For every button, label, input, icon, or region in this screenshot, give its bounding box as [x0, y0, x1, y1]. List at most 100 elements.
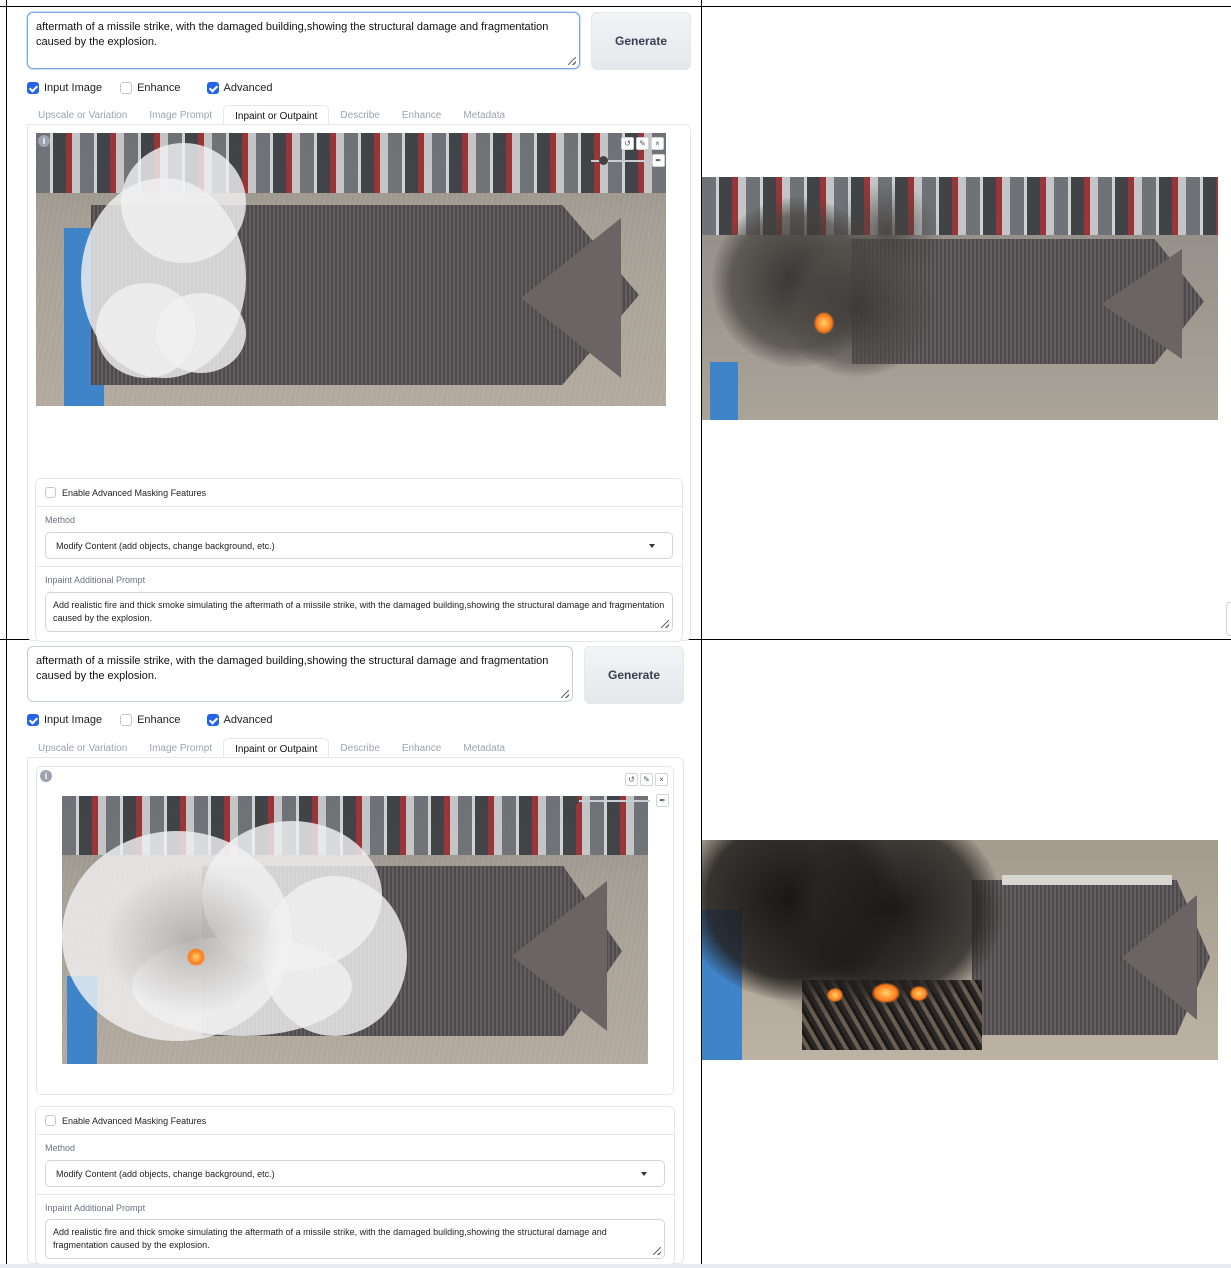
slider-knob[interactable] [599, 156, 608, 165]
tab-upscale-variation[interactable]: Upscale or Variation [27, 738, 138, 758]
checkbox-advanced[interactable]: Advanced [206, 82, 273, 94]
inpaint-prompt-input[interactable]: Add realistic fire and thick smoke simul… [45, 1219, 665, 1259]
generate-button[interactable]: Generate [591, 12, 691, 70]
advanced-masking-label: Enable Advanced Masking Features [62, 1115, 207, 1126]
blue-structure [710, 362, 738, 420]
prompt-input[interactable]: aftermath of a missile strike, with the … [27, 12, 580, 69]
checkbox-input-image[interactable]: Input Image [27, 714, 102, 726]
checkbox-label: Input Image [44, 714, 103, 726]
ui-panel: aftermath of a missile strike, with the … [0, 7, 700, 642]
info-icon[interactable]: i [38, 135, 50, 147]
checkbox-icon[interactable] [27, 714, 39, 726]
canvas-toolbar: ↺ ✎ × [623, 773, 668, 786]
slider-knob[interactable] [570, 796, 579, 805]
result-image [702, 840, 1218, 1060]
inpaint-prompt-text: Add realistic fire and thick smoke simul… [53, 1227, 607, 1250]
smoke-cloud [742, 900, 942, 1020]
mask-blob [156, 293, 246, 373]
fire [814, 312, 834, 334]
ui-panel: aftermath of a missile strike, with the … [0, 640, 700, 1265]
method-select[interactable]: Modify Content (add objects, change back… [45, 1160, 665, 1187]
inpaint-canvas[interactable]: i ↺ ✎ × ✒ [36, 766, 674, 1095]
mask-blob [121, 143, 246, 263]
advanced-masking-label: Enable Advanced Masking Features [62, 487, 207, 498]
option-checkboxes: Input Image Enhance Advanced [27, 713, 290, 727]
brush-icon[interactable]: ✎ [640, 773, 653, 786]
method-label: Method [45, 1143, 76, 1153]
checkbox-label: Advanced [223, 82, 273, 94]
resize-handle-icon[interactable] [653, 1247, 661, 1255]
tab-upscale-variation[interactable]: Upscale or Variation [27, 105, 138, 125]
chevron-down-icon [641, 1171, 647, 1176]
checkbox-enhance[interactable]: Enhance [120, 714, 181, 726]
checkbox-icon[interactable] [120, 714, 133, 726]
option-checkboxes: Input Image Enhance Advanced [27, 81, 290, 95]
tab-content: i ↺ ✎ × ✒ Enable Advanced Masking Featur… [27, 757, 684, 1265]
brush-icon[interactable]: ✎ [636, 137, 649, 150]
checkbox-icon[interactable] [45, 1115, 56, 1126]
inpaint-prompt-input[interactable]: Add realistic fire and thick smoke simul… [45, 592, 673, 632]
checkbox-enhance[interactable]: Enhance [120, 82, 181, 94]
canvas-toolbar: ↺ ✎ × [619, 137, 664, 150]
checkbox-label: Input Image [44, 82, 103, 94]
generate-button[interactable]: Generate [584, 646, 684, 704]
brush-size-slider[interactable] [570, 796, 650, 805]
checkbox-input-image[interactable]: Input Image [27, 82, 102, 94]
method-value: Modify Content (add objects, change back… [56, 1168, 275, 1179]
resize-handle-icon[interactable] [568, 57, 576, 65]
pen-icon[interactable]: ✒ [652, 154, 665, 167]
checkbox-advanced[interactable]: Advanced [206, 714, 273, 726]
input-image [62, 796, 648, 1064]
pen-icon[interactable]: ✒ [656, 794, 669, 807]
divider [36, 566, 682, 567]
close-icon[interactable]: × [651, 137, 664, 150]
tab-describe[interactable]: Describe [329, 738, 390, 758]
advanced-masking-toggle[interactable]: Enable Advanced Masking Features [45, 1115, 206, 1126]
method-label: Method [45, 515, 76, 525]
tab-enhance[interactable]: Enhance [391, 105, 452, 125]
prompt-text: aftermath of a missile strike, with the … [36, 655, 549, 682]
resize-handle-icon[interactable] [661, 620, 669, 628]
prompt-input[interactable]: aftermath of a missile strike, with the … [27, 646, 573, 702]
divider [36, 506, 682, 507]
tab-image-prompt[interactable]: Image Prompt [138, 738, 223, 758]
scroll-handle[interactable] [1226, 602, 1231, 636]
chevron-down-icon [649, 543, 655, 548]
undo-icon[interactable]: ↺ [625, 773, 638, 786]
checkbox-label: Advanced [223, 714, 273, 726]
fire [827, 988, 843, 1002]
inpaint-prompt-label: Inpaint Additional Prompt [45, 575, 146, 585]
fire [910, 986, 928, 1001]
info-icon[interactable]: i [40, 770, 52, 782]
checkbox-icon[interactable] [120, 82, 133, 94]
tab-metadata[interactable]: Metadata [452, 105, 516, 125]
bottom-scrollbar[interactable] [0, 1264, 1231, 1268]
fire [187, 948, 205, 966]
method-select[interactable]: Modify Content (add objects, change back… [45, 532, 673, 559]
checkbox-icon[interactable] [45, 487, 56, 498]
checkbox-label: Enhance [137, 714, 181, 726]
tab-enhance[interactable]: Enhance [391, 738, 452, 758]
input-image [36, 133, 666, 406]
resize-handle-icon[interactable] [561, 690, 569, 698]
grid-top-stub [6, 0, 7, 6]
tab-image-prompt[interactable]: Image Prompt [138, 105, 223, 125]
undo-icon[interactable]: ↺ [621, 137, 634, 150]
smoke-cloud [102, 866, 282, 1016]
divider [36, 1134, 674, 1135]
inpaint-canvas[interactable]: i ↺ ✎ × ✒ [36, 133, 666, 406]
fire [872, 983, 900, 1003]
brush-size-slider[interactable] [591, 156, 646, 165]
smoke-cloud [832, 182, 942, 282]
advanced-masking-toggle[interactable]: Enable Advanced Masking Features [45, 487, 206, 498]
checkbox-icon[interactable] [206, 714, 219, 726]
result-image [702, 177, 1218, 420]
method-value: Modify Content (add objects, change back… [56, 540, 275, 551]
close-icon[interactable]: × [655, 773, 668, 786]
checkbox-icon[interactable] [206, 82, 219, 94]
checkbox-icon[interactable] [27, 82, 39, 94]
inpaint-prompt-label: Inpaint Additional Prompt [45, 1203, 146, 1213]
tab-describe[interactable]: Describe [329, 105, 390, 125]
comparison-row-2: aftermath of a missile strike, with the … [0, 640, 1231, 1265]
tab-metadata[interactable]: Metadata [452, 738, 516, 758]
